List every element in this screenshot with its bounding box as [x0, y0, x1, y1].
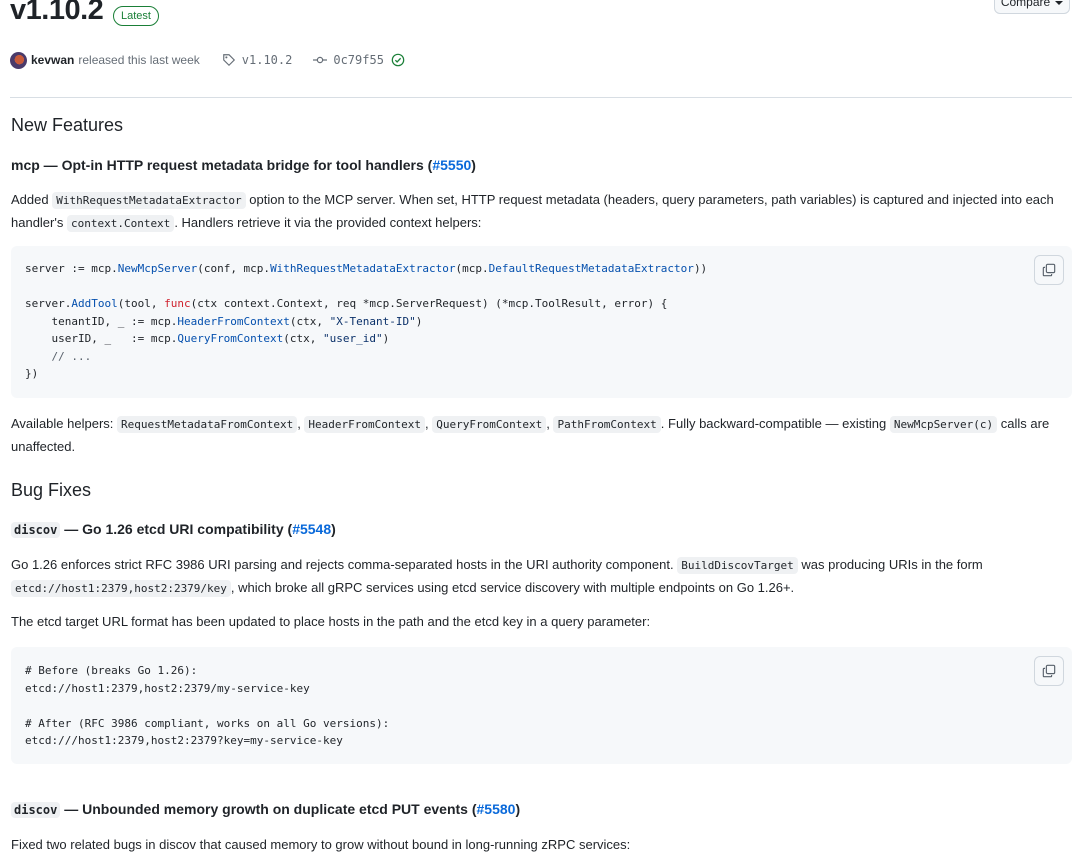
compare-button[interactable]: Compare — [994, 0, 1070, 14]
features-heading: New Features — [11, 115, 124, 135]
code-content: # Before (breaks Go 1.26): etcd://host1:… — [25, 664, 390, 747]
inline-code: RequestMetadataFromContext — [117, 416, 298, 433]
inline-code: etcd://host1:2379,host2:2379/key — [11, 580, 231, 597]
code-block-etcd: # Before (breaks Go 1.26): etcd://host1:… — [11, 647, 1072, 764]
copy-button[interactable] — [1034, 255, 1064, 285]
inline-code: WithRequestMetadataExtractor — [52, 192, 246, 209]
avatar[interactable] — [10, 51, 27, 69]
author-link[interactable]: kevwan — [31, 53, 74, 67]
bugfix-format-note: The etcd target URL format has been upda… — [11, 614, 651, 629]
release-header: v1.10.2 Latest Compare kevwan released t… — [0, 0, 1080, 98]
code-content: server := mcp.NewMcpServer(conf, mcp.Wit… — [25, 262, 708, 380]
commit-link[interactable]: 0c79f55 — [333, 53, 384, 67]
tag-icon — [222, 54, 235, 67]
release-version: v1.10.2 — [10, 0, 104, 26]
latest-badge: Latest — [113, 6, 159, 26]
copy-button[interactable] — [1034, 656, 1064, 686]
inline-code: context.Context — [66, 215, 175, 232]
inline-code: PathFromContext — [553, 416, 661, 433]
chevron-down-icon — [1055, 0, 1064, 5]
tag-link[interactable]: v1.10.2 — [242, 53, 293, 67]
issue-link[interactable]: #5550 — [432, 157, 471, 173]
issue-link[interactable]: #5548 — [292, 521, 331, 537]
bugfixes-heading: Bug Fixes — [11, 480, 92, 500]
inline-code: QueryFromContext — [432, 416, 547, 433]
check-circle-icon — [391, 53, 405, 67]
released-text: released this last week — [78, 53, 200, 67]
bugfix-description: Go 1.26 enforces strict RFC 3986 URI par… — [11, 557, 983, 597]
copy-icon — [1042, 263, 1056, 277]
feature-description: Added WithRequestMetadataExtractor optio… — [11, 192, 1054, 232]
bugfix-item-title: discov — Unbounded memory growth on dupl… — [11, 801, 520, 818]
divider — [10, 97, 1072, 98]
feature-item-title: mcp — Opt-in HTTP request metadata bridg… — [11, 157, 476, 173]
inline-code: NewMcpServer(c) — [889, 416, 998, 433]
bugfix-item-title: discov — Go 1.26 etcd URI compatibility … — [11, 521, 336, 538]
commit-icon — [313, 56, 328, 64]
issue-link[interactable]: #5580 — [477, 801, 516, 817]
inline-code: BuildDiscovTarget — [677, 557, 798, 574]
code-block-mcp: server := mcp.NewMcpServer(conf, mcp.Wit… — [11, 246, 1072, 398]
helpers-paragraph: Available helpers: RequestMetadataFromCo… — [11, 416, 1050, 454]
copy-icon — [1042, 664, 1056, 678]
compare-label: Compare — [1000, 0, 1051, 9]
release-meta: kevwan released this last week v1.10.2 0… — [10, 50, 405, 70]
bugfix-memory-description: Fixed two related bugs in discov that ca… — [11, 837, 631, 852]
inline-code: HeaderFromContext — [304, 416, 426, 433]
